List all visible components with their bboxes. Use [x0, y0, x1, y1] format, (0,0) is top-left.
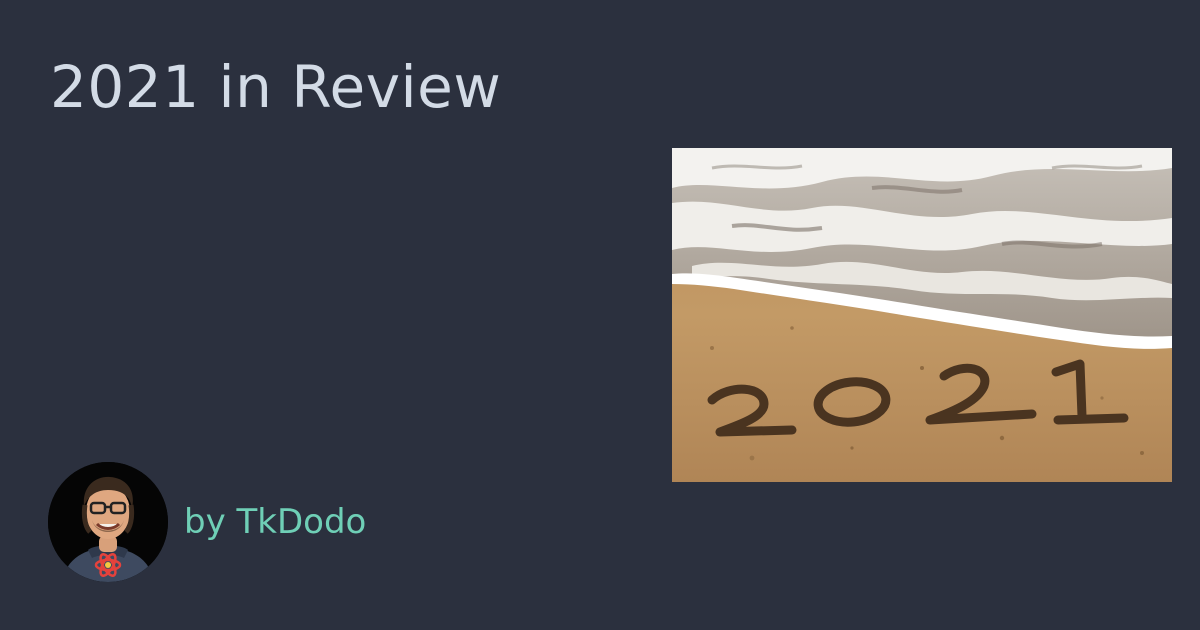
- author-byline: by TkDodo: [184, 502, 367, 542]
- author-avatar: [48, 462, 168, 582]
- page-title: 2021 in Review: [50, 53, 502, 121]
- author-photo: [48, 462, 168, 582]
- hero-image: [672, 148, 1172, 482]
